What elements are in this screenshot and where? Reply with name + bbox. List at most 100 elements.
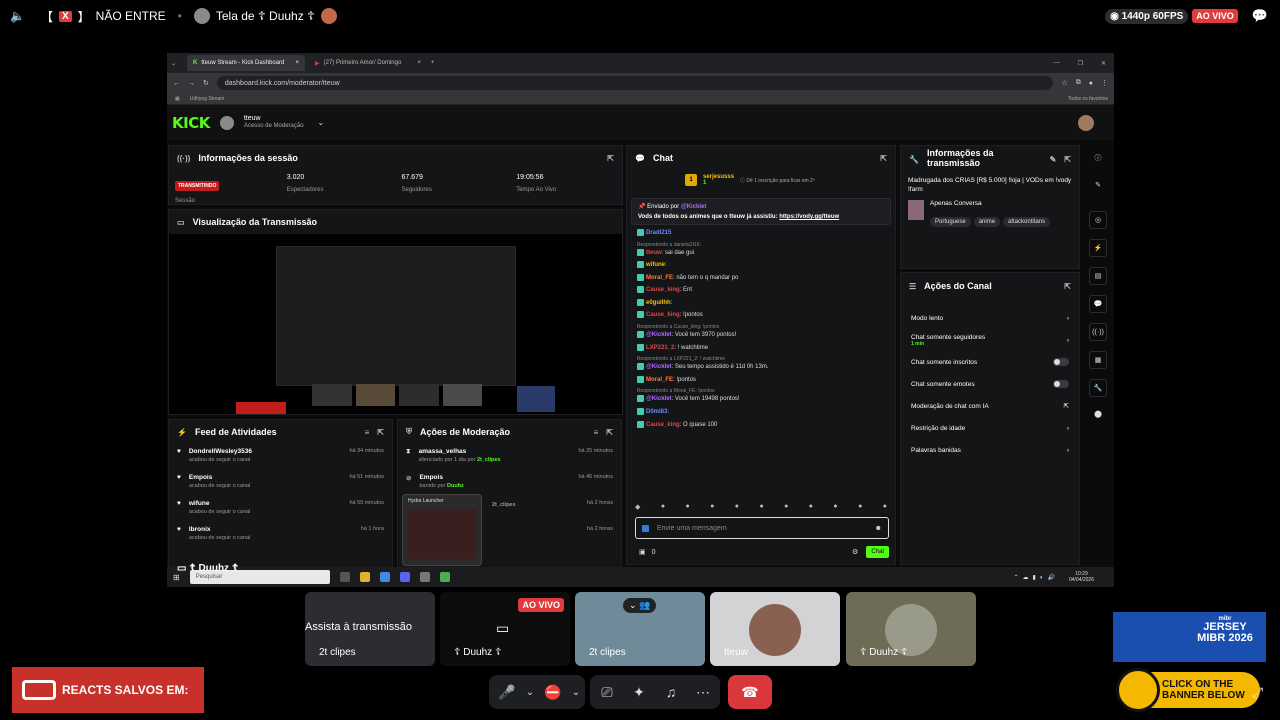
mibr-ad[interactable]: mibr JERSEY MIBR 2026 bbox=[1113, 612, 1266, 662]
tile-tteuw[interactable]: tteuw bbox=[710, 592, 840, 666]
more-icon[interactable]: ⋯ bbox=[687, 675, 719, 709]
chat-username[interactable]: e0guilhh bbox=[646, 300, 671, 306]
minimize-icon[interactable]: — bbox=[1054, 60, 1060, 66]
action-subs-only[interactable]: Chat somente inscritos bbox=[901, 351, 1079, 373]
chat-message[interactable]: @Kicklet: Você tem 19498 pontos! bbox=[627, 395, 895, 404]
fullscreen-icon[interactable]: ⤢ bbox=[1252, 684, 1263, 701]
action-age-restriction[interactable]: Restrição de idade › bbox=[901, 417, 1079, 439]
tile-watch-stream[interactable]: Assista à transmissão 2t clipes bbox=[305, 592, 435, 666]
restore-icon[interactable]: ❐ bbox=[1078, 60, 1083, 67]
chat-username[interactable]: wifune bbox=[646, 262, 665, 268]
close-window-icon[interactable]: ✕ bbox=[1101, 60, 1106, 67]
screen-share-icon[interactable]: ⎚ bbox=[591, 675, 623, 709]
chat-message[interactable]: Moral_FE: !pontos bbox=[627, 375, 895, 385]
bookmark-item[interactable]: Udhyog Stream bbox=[190, 96, 225, 102]
tile-duuhz[interactable]: ☦ Duuhz ☦ bbox=[846, 592, 976, 666]
chat-settings-icon[interactable]: ⚙ bbox=[852, 548, 858, 556]
task-view-icon[interactable] bbox=[339, 572, 350, 582]
chat-username[interactable]: Dradi215 bbox=[646, 230, 671, 236]
tool-icon[interactable]: 💬 bbox=[1089, 295, 1107, 313]
tag[interactable]: attackontitans bbox=[1003, 217, 1051, 228]
chat-username[interactable]: @Kicklet bbox=[646, 396, 672, 402]
tile-menu-icon[interactable]: ⌄ 👥 bbox=[623, 598, 657, 613]
chat-username[interactable]: Cause_king bbox=[646, 313, 680, 319]
chat-message[interactable]: e0guilhh: bbox=[627, 298, 895, 308]
tool-icon[interactable]: ⬤ bbox=[1089, 405, 1107, 423]
chat-username[interactable]: tteuw bbox=[646, 250, 662, 256]
camera-off-icon[interactable]: ⛔ bbox=[537, 675, 569, 709]
tool-icon[interactable]: ◎ bbox=[1089, 211, 1107, 229]
chat-username[interactable]: @Kicklet bbox=[646, 332, 672, 338]
discord-icon[interactable] bbox=[399, 572, 410, 582]
activities-icon[interactable]: ✦ bbox=[623, 675, 655, 709]
app-icon[interactable] bbox=[439, 572, 450, 582]
channel-switcher[interactable]: tteuw Acesso de Moderação bbox=[244, 115, 304, 131]
popout-icon[interactable]: ⇱ bbox=[606, 428, 613, 437]
chrome-icon[interactable] bbox=[379, 572, 390, 582]
chat-input[interactable]: Envie uma mensagem ☻ bbox=[635, 517, 889, 539]
stream-preview[interactable] bbox=[169, 234, 622, 414]
emoji-icon[interactable]: ☻ bbox=[875, 525, 882, 532]
apps-icon[interactable]: ▦ bbox=[175, 96, 180, 102]
filter-icon[interactable]: ≡ bbox=[365, 428, 370, 437]
popout-icon[interactable]: ⇱ bbox=[880, 154, 887, 163]
chevron-down-icon[interactable]: ⌄ bbox=[523, 675, 537, 709]
all-favorites[interactable]: Todos os favoritos bbox=[1068, 96, 1108, 102]
tag[interactable]: anime bbox=[973, 217, 1001, 228]
taskbar-preview-popup[interactable]: Hydra Launcher bbox=[402, 494, 482, 566]
chat-bubble-icon[interactable]: 💬 bbox=[1252, 8, 1268, 24]
chat-message[interactable]: D0mi83: bbox=[627, 407, 895, 417]
chat-message[interactable]: wifune: bbox=[627, 261, 895, 270]
chat-username[interactable]: @Kicklet bbox=[646, 364, 672, 370]
soundboard-icon[interactable]: ♫ bbox=[655, 675, 687, 709]
forward-icon[interactable]: → bbox=[188, 80, 195, 87]
pencil-tool-icon[interactable]: ✎ bbox=[1089, 176, 1107, 194]
taskbar-clock[interactable]: 10:29 04/04/2026 bbox=[1069, 571, 1094, 584]
speaker-icon[interactable]: 🔈 bbox=[10, 9, 25, 23]
chat-username[interactable]: D0mi83 bbox=[646, 409, 667, 415]
emotes-only-toggle[interactable] bbox=[1053, 380, 1069, 388]
chat-message[interactable]: Cause_king: Ent bbox=[627, 286, 895, 295]
tag[interactable]: Portuguese bbox=[930, 217, 971, 228]
info-tool-icon[interactable]: ⓘ bbox=[1089, 149, 1107, 167]
popout-icon[interactable]: ⇱ bbox=[1064, 155, 1071, 164]
chat-message[interactable]: @Kicklet: Você tem 3970 pontos! bbox=[627, 331, 895, 340]
chat-username[interactable]: Cause_king bbox=[646, 422, 680, 428]
menu-icon[interactable]: ⋮ bbox=[1101, 79, 1108, 87]
chat-username[interactable]: LXP221_2 bbox=[646, 345, 674, 351]
back-icon[interactable]: ← bbox=[173, 80, 180, 87]
chat-username[interactable]: Moral_FE bbox=[646, 275, 673, 281]
tray-icons[interactable]: ⌃☁▮◐🔊 bbox=[1014, 574, 1059, 581]
tool-icon[interactable]: ▤ bbox=[1089, 267, 1107, 285]
pinned-message[interactable]: 📌 Enviado por @Kicklet Vods de todos os … bbox=[631, 198, 891, 225]
tab-list-icon[interactable]: ⌄ bbox=[171, 60, 183, 67]
kick-logo[interactable]: KICK bbox=[172, 114, 210, 132]
reload-icon[interactable]: ↻ bbox=[203, 79, 209, 87]
subs-only-toggle[interactable] bbox=[1053, 358, 1069, 366]
chevron-down-icon[interactable]: ⌄ bbox=[318, 118, 325, 127]
category-name[interactable]: Apenas Conversa bbox=[930, 200, 1053, 207]
chat-message[interactable]: tteuw: sai dae gui bbox=[627, 248, 895, 258]
edit-icon[interactable]: ✎ bbox=[1050, 155, 1057, 164]
chat-message[interactable]: @Kicklet: Seu tempo assistido é 11d 0h 1… bbox=[627, 363, 895, 372]
action-ai-moderation[interactable]: Moderação de chat com IA ⇱ bbox=[901, 395, 1079, 417]
browser-tab-dashboard[interactable]: K tteuw Stream - Kick Dashboard × bbox=[187, 55, 305, 71]
popout-icon[interactable]: ⇱ bbox=[377, 428, 384, 437]
channel-name[interactable]: NÃO ENTRE bbox=[96, 9, 166, 23]
app-icon[interactable] bbox=[419, 572, 430, 582]
tile-stream-duuhz[interactable]: AO VIVO ▭ ☦ Duuhz ☦ bbox=[440, 592, 570, 666]
chat-send-button[interactable]: Chat bbox=[866, 546, 889, 558]
chat-username[interactable]: Moral_FE bbox=[646, 377, 673, 383]
profile-icon[interactable]: ● bbox=[1089, 80, 1093, 87]
tool-icon[interactable]: 🔧 bbox=[1089, 379, 1107, 397]
chat-message[interactable]: Moral_FE: não tem o q mandar po bbox=[627, 273, 895, 283]
new-tab-button[interactable]: + bbox=[431, 60, 435, 66]
url-field[interactable]: dashboard.kick.com/moderator/tteuw bbox=[216, 76, 1054, 90]
emote-picker-icon[interactable] bbox=[642, 524, 649, 532]
tool-icon[interactable]: ((·)) bbox=[1089, 323, 1107, 341]
chat-message[interactable]: LXP221_2: ! watchtime bbox=[627, 343, 895, 353]
popout-icon[interactable]: ⇱ bbox=[1064, 282, 1071, 291]
chat-message[interactable]: Cause_king: Ó quase 100 bbox=[627, 420, 895, 430]
chat-username[interactable]: Cause_king bbox=[646, 287, 680, 293]
star-icon[interactable]: ☆ bbox=[1061, 79, 1067, 87]
